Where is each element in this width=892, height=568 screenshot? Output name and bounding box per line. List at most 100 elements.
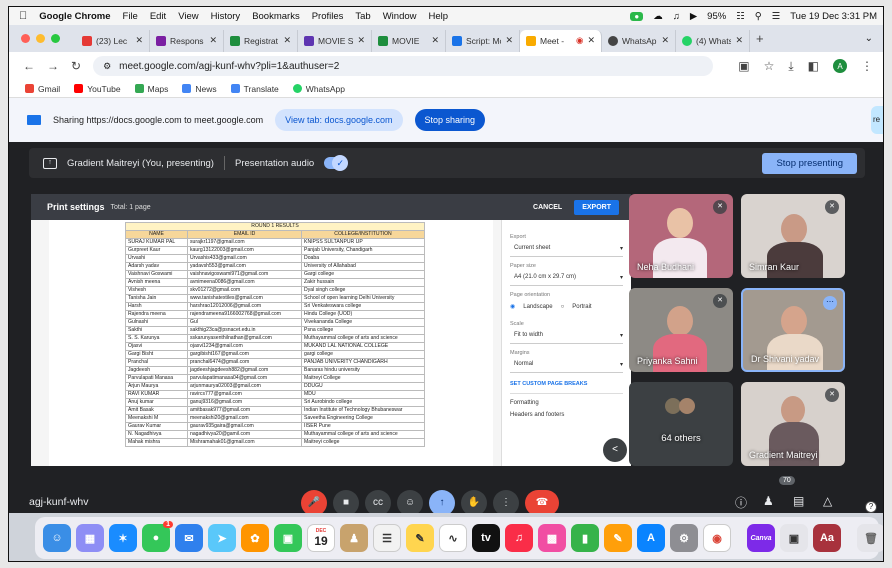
- close-tab-icon[interactable]: ✕: [661, 35, 669, 46]
- more-options-icon[interactable]: ⋯: [823, 296, 837, 310]
- photos-icon[interactable]: ✿: [241, 524, 269, 552]
- participant-tile-shivani-speaking[interactable]: ⋯ Dr Shivani yadav: [741, 288, 845, 372]
- download-icon[interactable]: ⤓: [788, 59, 793, 74]
- cast-icon[interactable]: ▣: [738, 59, 749, 73]
- calendar-icon[interactable]: DEC 19: [307, 524, 335, 552]
- mail-icon[interactable]: ✉: [175, 524, 203, 552]
- print-cancel-button[interactable]: CANCEL: [533, 204, 562, 211]
- paper-size-select[interactable]: A4 (21.0 cm x 29.7 cm) ▾: [510, 269, 623, 286]
- battery-percent[interactable]: 95%: [707, 11, 726, 22]
- contacts-icon[interactable]: ♟: [340, 524, 368, 552]
- system-settings-icon[interactable]: ⚙: [670, 524, 698, 552]
- bookmark-translate[interactable]: Translate: [230, 84, 279, 94]
- bookmark-gmail[interactable]: Gmail: [25, 84, 60, 94]
- spotlight-icon[interactable]: ⚲: [755, 11, 762, 22]
- app-store-icon[interactable]: A: [637, 524, 665, 552]
- reload-icon[interactable]: ↻: [71, 59, 81, 73]
- landscape-radio[interactable]: ◉: [510, 303, 515, 310]
- canva-icon[interactable]: Canva: [747, 524, 775, 552]
- formatting-section[interactable]: Formatting: [510, 393, 623, 412]
- dictionary-icon[interactable]: Aa: [813, 524, 841, 552]
- menu-help[interactable]: Help: [429, 11, 449, 22]
- margins-select[interactable]: Normal ▾: [510, 356, 623, 373]
- chrome-menu-icon[interactable]: ⋮: [861, 59, 873, 73]
- stop-presenting-button[interactable]: Stop presenting: [762, 152, 857, 174]
- tab-6-meet-active[interactable]: Meet - ◉ ✕: [520, 29, 602, 52]
- close-window-button[interactable]: [21, 34, 30, 43]
- close-tab-icon[interactable]: ✕: [735, 35, 743, 46]
- music-icon[interactable]: ♫: [505, 524, 533, 552]
- close-tab-icon[interactable]: ✕: [283, 35, 291, 46]
- zoom-window-button[interactable]: [51, 34, 60, 43]
- menu-app-name[interactable]: Google Chrome: [39, 11, 110, 22]
- trash-icon[interactable]: 🗑: [857, 524, 883, 552]
- tab-1[interactable]: Respons ✕: [150, 29, 224, 52]
- back-icon[interactable]: ←: [23, 59, 35, 73]
- sound-icon[interactable]: ♫: [673, 11, 680, 22]
- finder-icon[interactable]: ☺: [43, 524, 71, 552]
- menu-window[interactable]: Window: [383, 11, 417, 22]
- close-tab-icon[interactable]: ✕: [209, 35, 217, 46]
- tab-5[interactable]: Script: Mc ✕: [446, 29, 520, 52]
- participant-tile-self[interactable]: ✕ Gradient Maitreyi: [741, 382, 845, 466]
- screen-record-icon[interactable]: ●: [630, 11, 644, 21]
- url-text[interactable]: meet.google.com/agj-kunf-whv?pli=1&authu…: [119, 61, 339, 72]
- stop-sharing-button[interactable]: Stop sharing: [414, 109, 486, 131]
- chat-icon[interactable]: ▤: [793, 494, 804, 508]
- meeting-info-icon[interactable]: ⓘ: [735, 494, 747, 511]
- screenshot-icon[interactable]: ▣: [780, 524, 808, 552]
- profile-avatar[interactable]: A: [833, 59, 847, 73]
- side-panel-icon[interactable]: ◧: [808, 59, 819, 73]
- custom-page-breaks-link[interactable]: SET CUSTOM PAGE BREAKS: [510, 381, 623, 387]
- tab-0[interactable]: (23) Lec ✕: [76, 29, 150, 52]
- presentation-audio-toggle[interactable]: [324, 155, 349, 171]
- participant-tile-others[interactable]: 64 others: [629, 382, 733, 466]
- pages-icon[interactable]: ✎: [604, 524, 632, 552]
- cloud-icon[interactable]: ☁: [653, 11, 663, 22]
- close-tab-icon[interactable]: ✕: [431, 35, 439, 46]
- keynote-icon[interactable]: ▩: [538, 524, 566, 552]
- maps-icon[interactable]: ➤: [208, 524, 236, 552]
- participant-tile-simran[interactable]: ✕ Simran Kaur: [741, 194, 845, 278]
- reminders-icon[interactable]: ☰: [373, 524, 401, 552]
- portrait-radio[interactable]: ○: [561, 304, 565, 310]
- notes-icon[interactable]: ✎: [406, 524, 434, 552]
- tab-7[interactable]: WhatsAp ✕: [602, 29, 676, 52]
- apple-tv-icon[interactable]: tv: [472, 524, 500, 552]
- activities-icon[interactable]: △: [823, 494, 832, 508]
- menu-tab[interactable]: Tab: [355, 11, 370, 22]
- minimize-window-button[interactable]: [36, 34, 45, 43]
- menu-file[interactable]: File: [123, 11, 138, 22]
- apple-icon[interactable]: : [19, 10, 27, 22]
- tab-8[interactable]: (4) Whats ✕: [676, 29, 750, 52]
- participant-tile-neha[interactable]: ✕ Neha Budhani: [629, 194, 733, 278]
- site-info-icon[interactable]: ⚙: [103, 61, 111, 72]
- new-tab-button[interactable]: +: [756, 31, 764, 46]
- omnibox[interactable]: ⚙ meet.google.com/agj-kunf-whv?pli=1&aut…: [93, 56, 714, 76]
- facetime-icon[interactable]: ▣: [274, 524, 302, 552]
- bookmark-news[interactable]: News: [182, 84, 217, 94]
- forward-icon[interactable]: →: [47, 59, 59, 73]
- print-export-button[interactable]: EXPORT: [574, 199, 619, 215]
- tab-search-chevron-icon[interactable]: ⌄: [865, 33, 873, 44]
- scale-select[interactable]: Fit to width ▾: [510, 327, 623, 344]
- side-panel-edge[interactable]: re: [871, 106, 883, 134]
- menu-edit[interactable]: Edit: [150, 11, 166, 22]
- menu-view[interactable]: View: [178, 11, 198, 22]
- numbers-icon[interactable]: ▮: [571, 524, 599, 552]
- help-icon[interactable]: ?: [865, 501, 877, 513]
- play-icon[interactable]: ▶: [690, 11, 697, 22]
- safari-icon[interactable]: ✶: [109, 524, 137, 552]
- menu-profiles[interactable]: Profiles: [312, 11, 344, 22]
- export-select[interactable]: Current sheet ▾: [510, 240, 623, 257]
- menu-bookmarks[interactable]: Bookmarks: [252, 11, 300, 22]
- tab-4[interactable]: MOVIE ✕: [372, 29, 446, 52]
- bookmark-star-icon[interactable]: ☆: [764, 59, 775, 73]
- bookmark-whatsapp[interactable]: WhatsApp: [292, 84, 345, 94]
- bookmark-youtube[interactable]: YouTube: [74, 84, 121, 94]
- control-center-icon[interactable]: ☰: [772, 11, 781, 22]
- close-tab-icon[interactable]: ✕: [135, 35, 143, 46]
- menu-history[interactable]: History: [211, 11, 241, 22]
- close-tab-icon[interactable]: ✕: [505, 35, 513, 46]
- menubar-clock[interactable]: Tue 19 Dec 3:31 PM: [790, 11, 877, 22]
